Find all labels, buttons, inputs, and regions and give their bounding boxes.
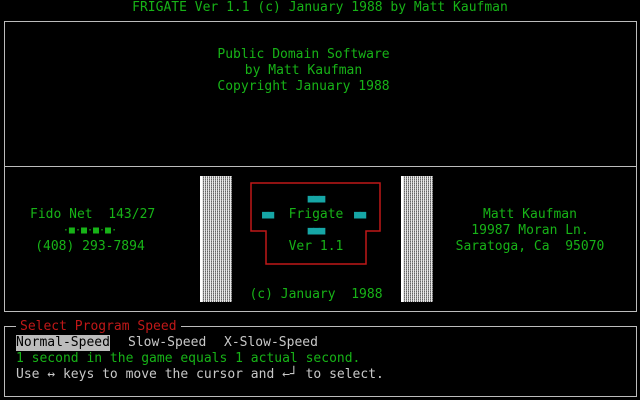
city-address: Saratoga, Ca 95070 (455, 239, 605, 254)
author-name: Matt Kaufman (483, 207, 577, 222)
x-slow-speed-option[interactable]: X-Slow-Speed (224, 335, 318, 351)
normal-speed-option[interactable]: Normal-Speed (16, 335, 110, 351)
public-domain-label: Public Domain Software (217, 47, 390, 62)
logo-version: Ver 1.1 (288, 239, 344, 254)
speed-description: 1 second in the game equals 1 actual sec… (16, 351, 361, 366)
app-title: FRIGATE Ver 1.1 (c) January 1988 by Matt… (132, 0, 508, 15)
copyright-label: Copyright January 1988 (217, 79, 390, 94)
street-address: 19987 Moran Ln. (471, 223, 589, 238)
logo-right-marks: ■■ (354, 208, 366, 221)
speed-menu-heading: Select Program Speed (16, 319, 181, 335)
logo-copyright: (c) January 1988 (249, 287, 383, 302)
keyboard-instructions: Use ↔ keys to move the cursor and ←┘ to … (16, 367, 384, 382)
right-pillar (401, 176, 433, 302)
dot-separator: ·■·■·■·■· (62, 225, 118, 236)
logo-top-marks: ■■■ (307, 192, 326, 205)
slow-speed-option[interactable]: Slow-Speed (128, 335, 206, 351)
fido-net-label: Fido Net 143/27 (30, 207, 156, 222)
frame-divider (5, 166, 636, 167)
phone-number: (408) 293-7894 (35, 239, 145, 254)
left-pillar (200, 176, 232, 302)
author-label: by Matt Kaufman (244, 63, 363, 78)
logo-mid-marks: ■■■ (307, 224, 326, 237)
